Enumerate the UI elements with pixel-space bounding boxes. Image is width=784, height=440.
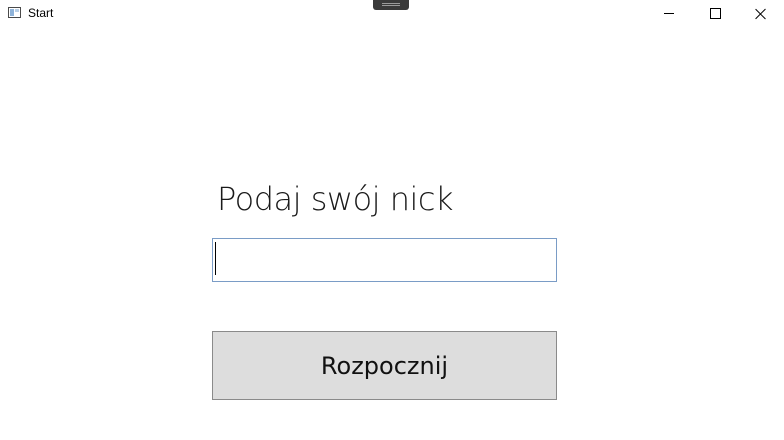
nick-input[interactable] xyxy=(212,238,557,282)
close-button[interactable] xyxy=(738,0,784,27)
minimize-icon xyxy=(664,13,674,14)
title-bar[interactable]: Start xyxy=(0,0,784,27)
start-button[interactable]: Rozpocznij xyxy=(212,331,557,400)
maximize-button[interactable] xyxy=(692,0,738,27)
start-window: Start Podaj swój nick Rozpocznij xyxy=(0,0,784,440)
minimize-button[interactable] xyxy=(646,0,692,27)
text-caret xyxy=(215,242,216,275)
drag-handle[interactable] xyxy=(373,0,409,10)
window-title: Start xyxy=(28,6,54,20)
app-window-icon xyxy=(8,7,21,18)
nick-prompt-label: Podaj swój nick xyxy=(217,180,454,218)
maximize-icon xyxy=(709,8,721,19)
close-icon xyxy=(755,8,767,20)
